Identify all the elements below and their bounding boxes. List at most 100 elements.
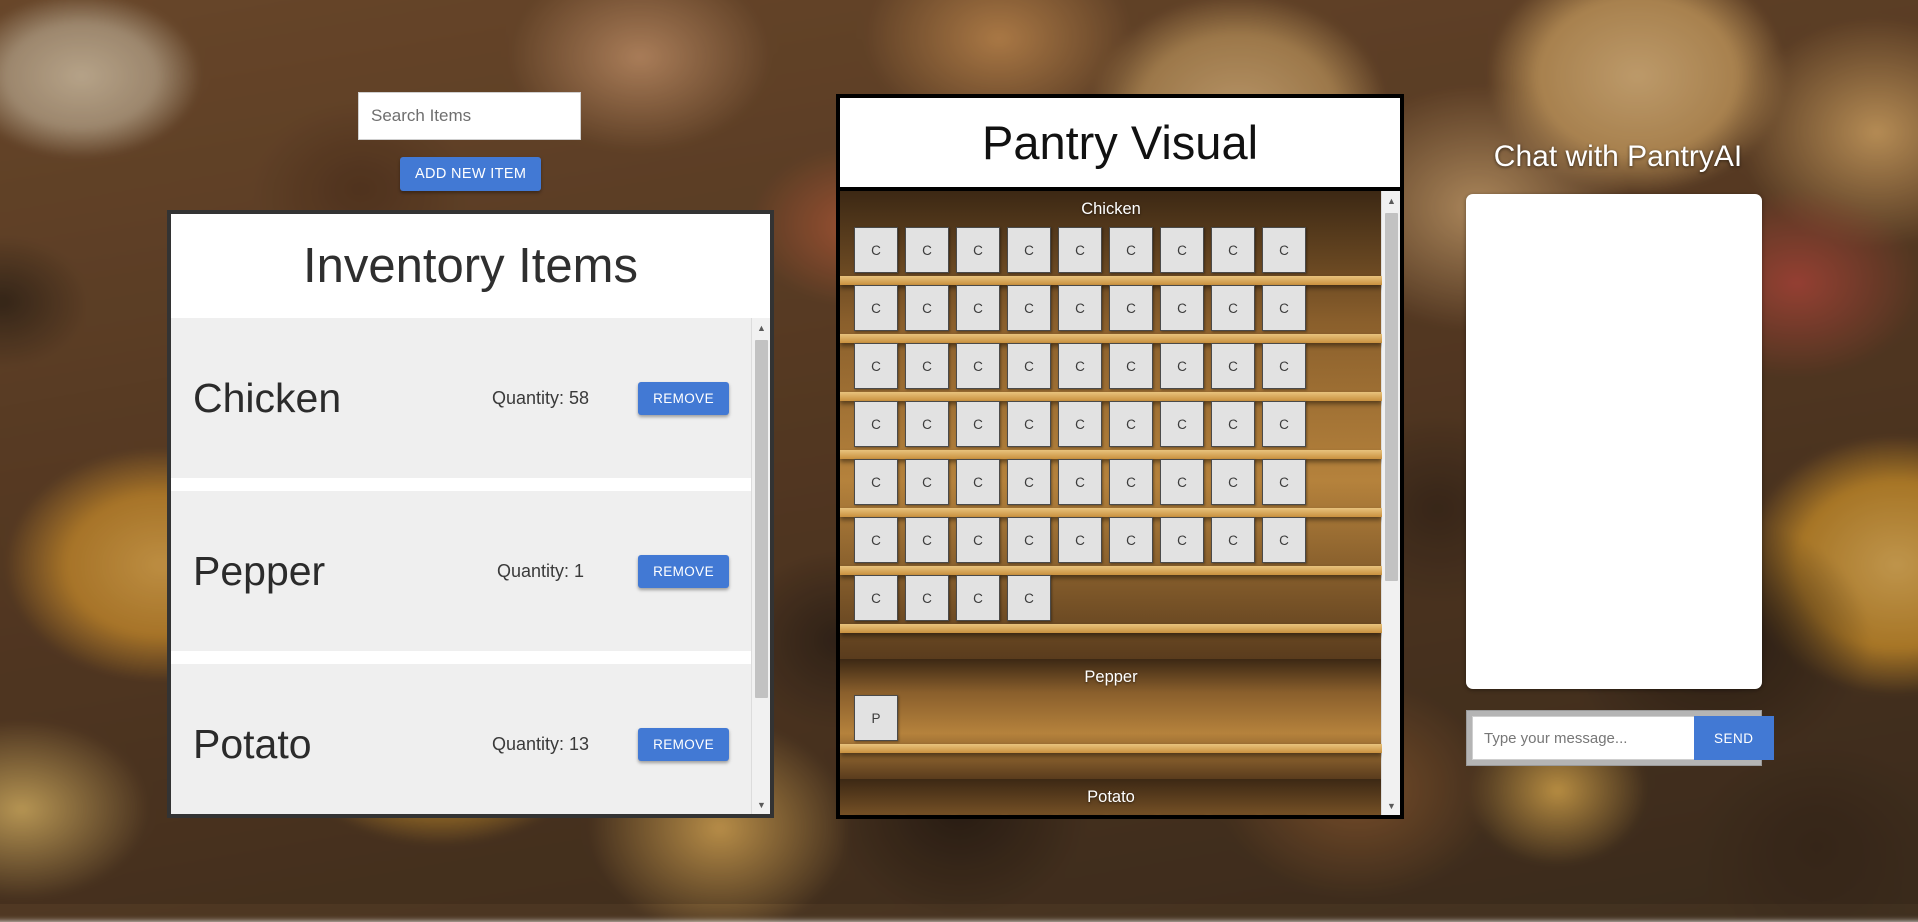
inventory-item-quantity: Quantity: 58	[443, 388, 638, 409]
pantry-item-cube: C	[1058, 459, 1102, 505]
pantry-item-cube: C	[956, 517, 1000, 563]
shelf-row: CCCCCCCCC	[854, 401, 1368, 459]
pantry-item-cube: C	[1262, 285, 1306, 331]
inventory-scrollbar[interactable]: ▲ ▼	[751, 318, 770, 814]
pantry-item-cube: C	[854, 575, 898, 621]
pantry-item-cube: C	[1109, 517, 1153, 563]
shelf-row: CCCCCCCCC	[854, 459, 1368, 517]
shelf-label: Pepper	[840, 659, 1382, 695]
pantry-item-cube: C	[1160, 459, 1204, 505]
chat-messages-area	[1466, 194, 1762, 689]
pantry-item-cube: C	[1109, 285, 1153, 331]
pantry-item-cube: C	[1007, 343, 1051, 389]
shelf-label: Potato	[840, 779, 1382, 815]
shelf-row: CCCCCCCCC	[854, 517, 1368, 575]
inventory-row: PotatoQuantity: 13REMOVE	[171, 664, 751, 814]
scroll-up-icon[interactable]: ▲	[1382, 191, 1400, 210]
pantry-item-cube: C	[1160, 517, 1204, 563]
pantry-item-cube: C	[1109, 401, 1153, 447]
pantry-item-cube: C	[1058, 517, 1102, 563]
add-new-item-button[interactable]: ADD NEW ITEM	[400, 157, 541, 191]
pantry-item-cube: C	[1058, 227, 1102, 273]
pantry-item-cube: C	[905, 401, 949, 447]
chat-message-input[interactable]	[1472, 716, 1694, 760]
pantry-item-cube: C	[956, 343, 1000, 389]
pantry-item-cube: C	[905, 517, 949, 563]
shelf-row: CCCC	[854, 575, 1368, 633]
pantry-section: PepperP	[840, 659, 1382, 779]
pantry-scrollbar[interactable]: ▲ ▼	[1381, 191, 1400, 815]
pantry-item-cube: C	[1211, 459, 1255, 505]
pantry-item-cube: C	[1211, 517, 1255, 563]
pantry-item-cube: C	[1058, 285, 1102, 331]
pantry-item-cube: C	[854, 227, 898, 273]
scroll-down-icon[interactable]: ▼	[752, 795, 770, 814]
inventory-card: Inventory Items ChickenQuantity: 58REMOV…	[167, 210, 774, 818]
pantry-shelves: ChickenCCCCCCCCCCCCCCCCCCCCCCCCCCCCCCCCC…	[840, 191, 1382, 815]
pantry-title: Pantry Visual	[840, 98, 1400, 191]
pantry-item-cube: C	[1007, 575, 1051, 621]
pantry-item-cube: C	[956, 401, 1000, 447]
chat-title: Chat with PantryAI	[1472, 140, 1764, 174]
pantry-item-cube: C	[1160, 401, 1204, 447]
pantry-item-cube: C	[956, 459, 1000, 505]
pantry-item-cube: C	[1058, 401, 1102, 447]
pantry-item-cube: C	[1211, 401, 1255, 447]
pantry-item-cube: C	[1160, 285, 1204, 331]
pantry-item-cube: C	[1007, 401, 1051, 447]
shelf-label: Chicken	[840, 191, 1382, 227]
pantry-item-cube: C	[905, 285, 949, 331]
pantry-item-cube: C	[956, 285, 1000, 331]
pantry-item-cube: C	[905, 575, 949, 621]
pantry-item-cube: C	[956, 227, 1000, 273]
pantry-item-cube: C	[854, 285, 898, 331]
chat-input-bar: SEND	[1466, 710, 1762, 766]
pantry-item-cube: C	[1007, 285, 1051, 331]
inventory-list: ChickenQuantity: 58REMOVEPepperQuantity:…	[171, 318, 770, 814]
pantry-item-cube: C	[1007, 459, 1051, 505]
scroll-up-icon[interactable]: ▲	[752, 318, 770, 337]
inventory-row: PepperQuantity: 1REMOVE	[171, 491, 751, 651]
pantry-item-cube: C	[854, 517, 898, 563]
pantry-item-cube: P	[854, 695, 898, 741]
pantry-item-cube: C	[905, 343, 949, 389]
inventory-item-quantity: Quantity: 13	[443, 734, 638, 755]
inventory-title: Inventory Items	[171, 214, 770, 318]
inventory-row: ChickenQuantity: 58REMOVE	[171, 318, 751, 478]
remove-item-button[interactable]: REMOVE	[638, 728, 729, 761]
inventory-item-name: Pepper	[193, 548, 443, 595]
pantry-section: PotatoPPPPPPPPPPPPP	[840, 779, 1382, 815]
pantry-scroll-thumb[interactable]	[1385, 213, 1398, 581]
shelf-row: CCCCCCCCC	[854, 285, 1368, 343]
scroll-down-icon[interactable]: ▼	[1382, 796, 1400, 815]
inventory-item-name: Chicken	[193, 375, 443, 422]
shelf-row: P	[854, 695, 1368, 753]
pantry-item-cube: C	[1262, 459, 1306, 505]
pantry-item-cube: C	[1109, 227, 1153, 273]
pantry-item-cube: C	[1160, 227, 1204, 273]
pantry-item-cube: C	[1262, 401, 1306, 447]
remove-item-button[interactable]: REMOVE	[638, 382, 729, 415]
pantry-item-cube: C	[1058, 343, 1102, 389]
chat-send-button[interactable]: SEND	[1694, 716, 1774, 760]
pantry-item-cube: C	[1211, 285, 1255, 331]
pantry-item-cube: C	[1007, 517, 1051, 563]
pantry-item-cube: C	[854, 459, 898, 505]
pantry-item-cube: C	[854, 343, 898, 389]
shelf-rows: P	[840, 695, 1382, 753]
pantry-item-cube: C	[854, 401, 898, 447]
inventory-item-quantity: Quantity: 1	[443, 561, 638, 582]
pantry-item-cube: C	[1109, 343, 1153, 389]
search-input[interactable]	[358, 92, 581, 140]
pantry-item-cube: C	[1211, 227, 1255, 273]
pantry-item-cube: C	[1007, 227, 1051, 273]
inventory-item-name: Potato	[193, 721, 443, 768]
pantry-item-cube: C	[905, 227, 949, 273]
pantry-item-cube: C	[956, 575, 1000, 621]
inventory-scroll-thumb[interactable]	[755, 340, 768, 698]
pantry-item-cube: C	[1262, 227, 1306, 273]
pantry-section: ChickenCCCCCCCCCCCCCCCCCCCCCCCCCCCCCCCCC…	[840, 191, 1382, 659]
remove-item-button[interactable]: REMOVE	[638, 555, 729, 588]
pantry-item-cube: C	[1262, 343, 1306, 389]
pantry-item-cube: C	[1262, 517, 1306, 563]
